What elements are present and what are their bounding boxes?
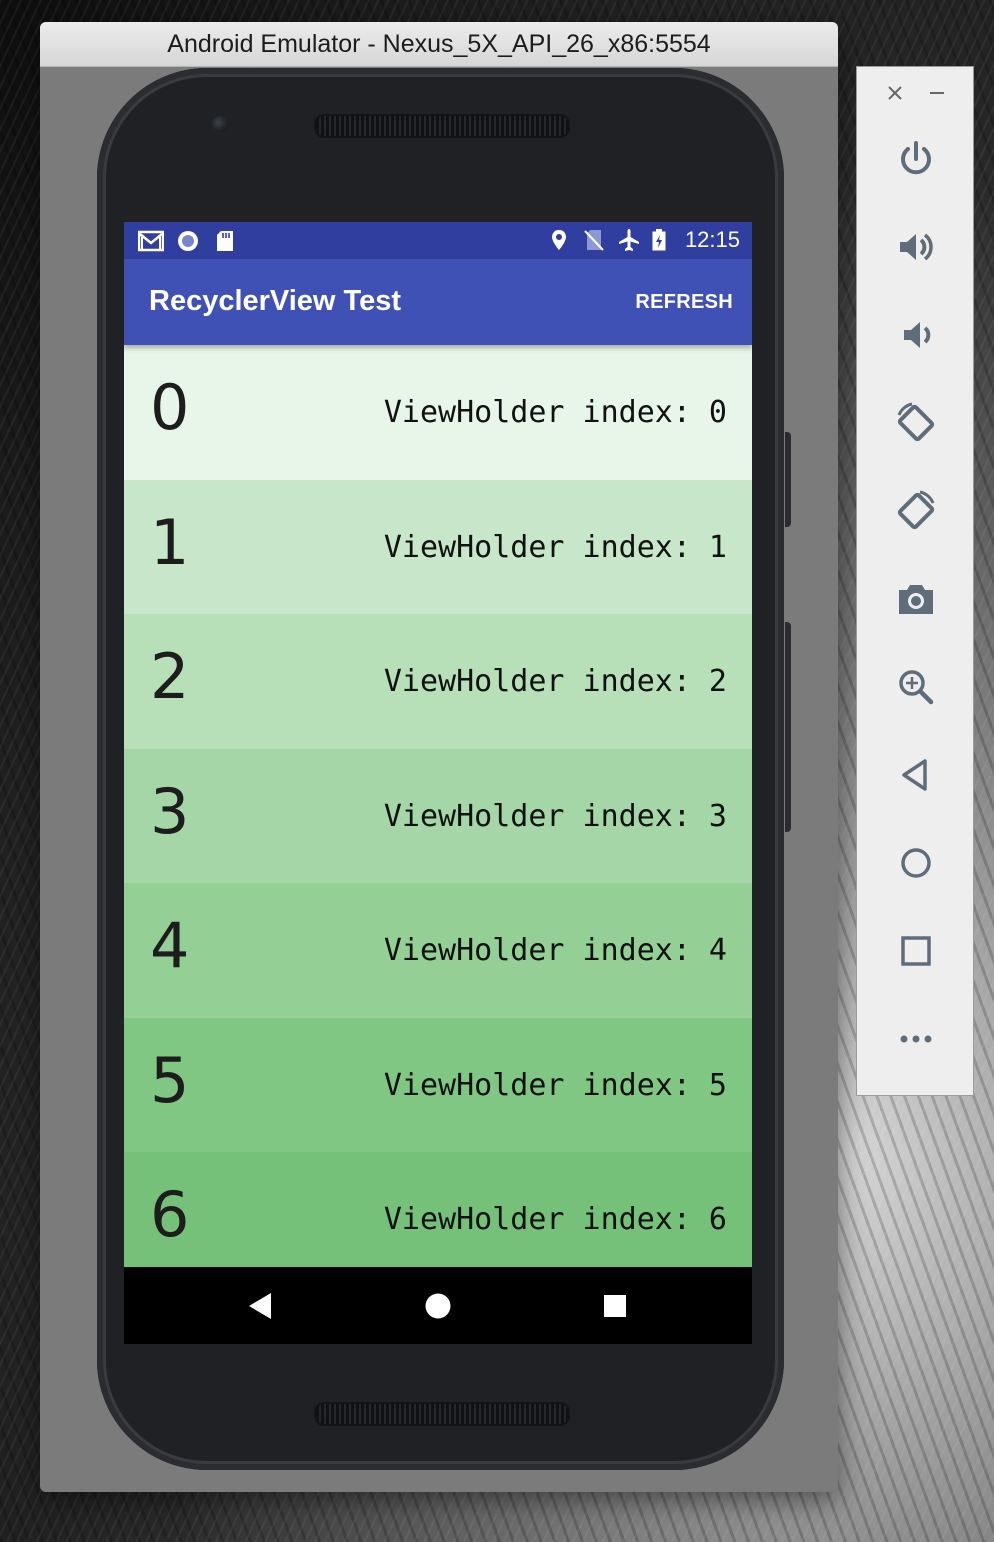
viewholder-label: ViewHolder index: 5 [383,1067,727,1103]
list-item[interactable]: 6 ViewHolder index: 6 [124,1152,752,1267]
viewholder-label: ViewHolder index: 6 [383,1202,727,1237]
power-side-button [785,432,791,527]
item-number: 1 [150,505,190,579]
rotate-left-icon [897,402,935,442]
list-item[interactable]: 0 ViewHolder index: 0 [124,345,752,480]
power-icon [901,141,931,175]
front-camera [212,116,228,132]
list-item[interactable]: 3 ViewHolder index: 3 [124,748,752,883]
rotate-left-button[interactable] [892,399,940,447]
overview-icon [901,936,931,966]
location-icon [549,228,573,252]
airplane-mode-icon [617,228,641,252]
refresh-button[interactable]: REFRESH [635,291,733,314]
viewholder-label: ViewHolder index: 2 [383,664,727,699]
viewholder-label: ViewHolder index: 0 [383,395,727,430]
back-icon [902,759,927,791]
emulator-window: Android Emulator - Nexus_5X_API_26_x86:5… [40,22,838,1492]
sync-icon [176,229,200,253]
battery-charging-icon [651,228,675,252]
gmail-icon [138,229,164,253]
no-sim-icon [583,228,607,252]
nav-home-button[interactable] [421,1289,455,1323]
close-icon[interactable] [885,83,905,103]
more-icon [900,1035,932,1043]
viewholder-label: ViewHolder index: 3 [383,798,727,834]
zoom-icon [899,670,934,705]
power-button[interactable] [892,135,940,183]
recycler-view[interactable]: 0 ViewHolder index: 0 1 ViewHolder index: 1… [124,345,752,1267]
app-toolbar: RecyclerView Test REFRESH [124,259,752,345]
top-speaker [314,114,570,138]
volume-up-button[interactable] [892,223,940,271]
bottom-speaker [314,1402,570,1426]
volume-up-icon [900,233,933,261]
recents-icon [604,1295,626,1317]
camera-icon [899,585,933,614]
item-number: 5 [150,1043,190,1117]
emulator-toolbar [856,66,974,1096]
list-item[interactable]: 4 ViewHolder index: 4 [124,883,752,1018]
back-button[interactable] [892,751,940,799]
minimize-icon[interactable] [927,83,947,103]
item-number: 6 [150,1178,190,1251]
phone-frame: 12:15 RecyclerView Test REFRESH 0 ViewHol… [97,68,784,1470]
viewholder-label: ViewHolder index: 1 [383,529,727,565]
volume-down-button[interactable] [892,311,940,359]
home-icon [425,1293,451,1319]
volume-side-button [785,622,791,832]
more-button[interactable] [892,1015,940,1063]
screenshot-button[interactable] [892,575,940,623]
item-number: 0 [150,371,190,444]
list-item[interactable]: 2 ViewHolder index: 2 [124,614,752,749]
back-icon [249,1293,271,1319]
volume-down-icon [904,322,931,348]
nav-back-button[interactable] [244,1289,278,1323]
window-title: Android Emulator - Nexus_5X_API_26_x86:5… [167,29,711,58]
zoom-button[interactable] [892,663,940,711]
navigation-bar [124,1267,752,1344]
viewholder-label: ViewHolder index: 4 [383,933,727,968]
nav-recents-button[interactable] [598,1289,632,1323]
item-number: 2 [150,640,190,713]
window-titlebar[interactable]: Android Emulator - Nexus_5X_API_26_x86:5… [40,22,838,67]
rotate-right-button[interactable] [892,487,940,535]
list-item[interactable]: 1 ViewHolder index: 1 [124,479,752,614]
list-item[interactable]: 5 ViewHolder index: 5 [124,1017,752,1152]
device-screen: 12:15 RecyclerView Test REFRESH 0 ViewHol… [124,222,752,1344]
app-title: RecyclerView Test [149,285,402,317]
item-number: 3 [150,774,190,848]
sd-card-icon [214,229,238,253]
rotate-right-icon [897,490,935,530]
home-button[interactable] [892,839,940,887]
home-icon [901,848,931,878]
status-time: 12:15 [684,227,740,252]
overview-button[interactable] [892,927,940,975]
status-bar: 12:15 [124,222,752,259]
item-number: 4 [150,909,190,982]
